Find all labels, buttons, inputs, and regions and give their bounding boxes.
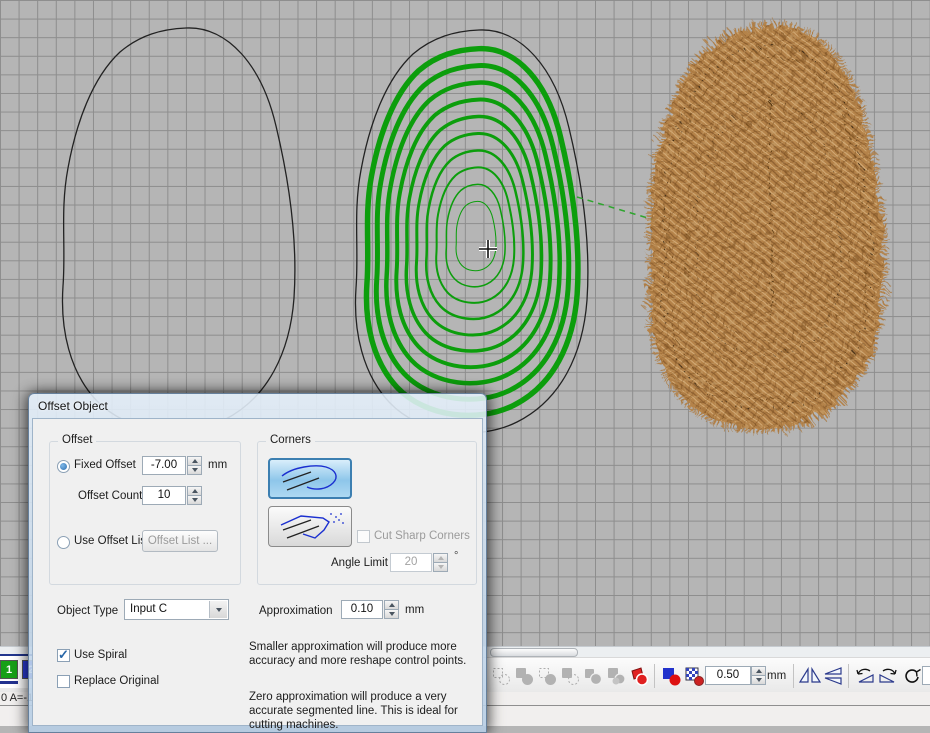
shape-op-icon-1 xyxy=(491,666,511,686)
rotate-right-button[interactable] xyxy=(876,664,899,688)
object-type-dropdown[interactable]: Input C xyxy=(124,599,229,620)
toolbar-separator xyxy=(654,664,655,688)
offset-group: Offset Fixed Offset -7.00 mm Offset Coun… xyxy=(49,441,241,585)
pattern-offset-icon xyxy=(684,666,704,686)
replace-original-checkbox[interactable] xyxy=(57,675,70,688)
fixed-offset-unit: mm xyxy=(208,459,227,471)
outline-shape xyxy=(62,28,294,431)
mirror-vertical-icon xyxy=(821,666,844,686)
mirror-vertical-button[interactable] xyxy=(821,664,844,688)
shape-op-icon-5 xyxy=(583,666,603,686)
toolbar-separator xyxy=(793,664,794,688)
approximation-stepper[interactable] xyxy=(384,600,399,619)
object-type-label: Object Type xyxy=(57,605,118,617)
round-corners-button[interactable] xyxy=(268,458,352,499)
offset-object-dialog: Offset Object Offset Fixed Offset -7.00 … xyxy=(28,393,487,733)
scrollbar-thumb[interactable] xyxy=(490,648,578,657)
pattern-offset-button[interactable] xyxy=(682,664,705,688)
shape-op-button-4[interactable] xyxy=(558,664,581,688)
spiral-offset-shape xyxy=(355,30,587,433)
use-spiral-checkbox[interactable] xyxy=(57,649,70,662)
rotate-angle-input[interactable] xyxy=(922,666,930,685)
shape-op-icon-6 xyxy=(606,666,626,686)
angle-limit-label: Angle Limit xyxy=(331,557,388,569)
offset-count-stepper[interactable] xyxy=(187,486,202,505)
sharp-corners-button[interactable] xyxy=(268,506,352,547)
object-type-value: Input C xyxy=(130,603,167,615)
shape-op-icon-2 xyxy=(514,666,534,686)
use-offset-list-radio[interactable] xyxy=(57,536,70,549)
fixed-offset-label: Fixed Offset xyxy=(74,459,136,471)
stitched-shape xyxy=(650,26,882,429)
offset-group-label: Offset xyxy=(58,434,96,446)
corners-group: Corners Cut Sharp Corners Angle Limit 20… xyxy=(257,441,477,585)
rotate-reset-icon xyxy=(901,666,921,686)
toolbar-separator xyxy=(848,664,849,688)
shape-op-button-5[interactable] xyxy=(581,664,604,688)
round-corners-icon xyxy=(273,462,347,496)
mirror-horizontal-button[interactable] xyxy=(798,664,821,688)
shape-op-icon-4 xyxy=(560,666,580,686)
angle-limit-input[interactable]: 20 xyxy=(390,553,432,572)
dialog-body: Offset Fixed Offset -7.00 mm Offset Coun… xyxy=(32,418,483,726)
cut-sharp-corners-label: Cut Sharp Corners xyxy=(374,530,470,542)
shape-op-button-1[interactable] xyxy=(489,664,512,688)
shape-op-icon-3 xyxy=(537,666,557,686)
shape-op-button-3[interactable] xyxy=(535,664,558,688)
fixed-offset-radio[interactable] xyxy=(57,460,70,473)
fixed-offset-stepper[interactable] xyxy=(187,456,202,475)
corners-group-label: Corners xyxy=(266,434,315,446)
rotate-left-button[interactable] xyxy=(853,664,876,688)
offset-tool-icon xyxy=(661,666,681,686)
selected-color-underline xyxy=(0,681,18,684)
offset-list-button[interactable]: Offset List ... xyxy=(142,530,218,552)
shape-op-button-2[interactable] xyxy=(512,664,535,688)
offset-count-input[interactable]: 10 xyxy=(142,486,186,505)
rotate-left-icon xyxy=(854,666,876,686)
dialog-title[interactable]: Offset Object xyxy=(32,397,483,418)
offset-distance-unit: mm xyxy=(767,670,786,682)
rotate-reset-button[interactable] xyxy=(899,664,922,688)
approximation-input[interactable]: 0.10 xyxy=(341,600,383,619)
angle-limit-stepper[interactable] xyxy=(433,553,448,572)
mirror-horizontal-icon xyxy=(798,666,821,686)
use-spiral-label: Use Spiral xyxy=(74,649,127,661)
color-swatch-1[interactable]: 1 xyxy=(0,660,18,679)
cut-sharp-corners-checkbox[interactable] xyxy=(357,530,370,543)
approximation-unit: mm xyxy=(405,604,424,616)
offset-tool-button[interactable] xyxy=(659,664,682,688)
rotate-right-icon xyxy=(877,666,899,686)
replace-original-label: Replace Original xyxy=(74,675,159,687)
offset-count-label: Offset Count xyxy=(78,490,142,502)
shape-op-button-6[interactable] xyxy=(604,664,627,688)
offset-distance-stepper[interactable] xyxy=(751,666,766,685)
shape-op-button-7[interactable] xyxy=(627,664,650,688)
approximation-note-1: Smaller approximation will produce more … xyxy=(249,640,487,668)
shape-op-icon-7 xyxy=(629,666,649,686)
fixed-offset-input[interactable]: -7.00 xyxy=(142,456,186,475)
angle-limit-unit: ° xyxy=(454,550,458,562)
offset-distance-input[interactable]: 0.50 xyxy=(705,666,751,685)
approximation-label: Approximation xyxy=(259,605,333,617)
sharp-corners-icon xyxy=(273,510,347,544)
use-offset-list-label: Use Offset List xyxy=(74,535,149,547)
chevron-down-icon xyxy=(209,601,227,618)
shape-tools: 0.50 mm xyxy=(489,658,930,693)
